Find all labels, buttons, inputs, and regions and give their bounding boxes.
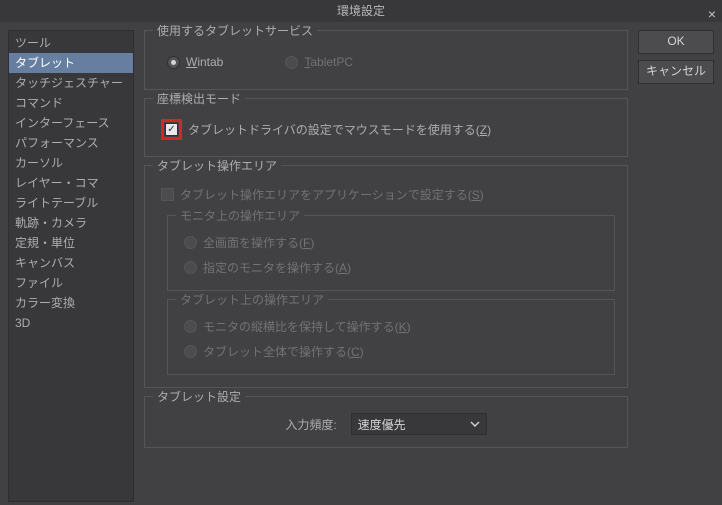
radio-specified-monitor: 指定のモニタを操作する(A) [180,255,602,280]
input-frequency-select[interactable]: 速度優先 [351,413,487,435]
sidebar-item[interactable]: 3D [9,313,133,333]
radio-label: TabletPC [304,55,353,69]
tablet-service-group: 使用するタブレットサービス Wintab TabletPC [144,30,628,90]
radio-label: 指定のモニタを操作する(A) [203,259,351,276]
group-legend: タブレット操作エリア [153,157,281,174]
radio-label: Wintab [186,55,223,69]
tablet-settings-group: タブレット設定 入力頻度: 速度優先 [144,396,628,448]
group-legend: タブレット設定 [153,388,245,405]
highlight-box: ✓ [161,119,182,140]
radio-tabletpc[interactable]: TabletPC [281,51,357,73]
ok-button[interactable]: OK [638,30,714,54]
group-legend: タブレット上の操作エリア [176,291,328,308]
checkbox-icon: ✓ [165,123,178,136]
sidebar-item[interactable]: タッチジェスチャー [9,73,133,93]
tablet-area-subgroup: タブレット上の操作エリア モニタの縦横比を保持して操作する(K) タブレット全体… [167,299,615,375]
radio-icon [184,320,197,333]
radio-icon [285,56,298,69]
radio-full-screen: 全画面を操作する(F) [180,230,602,255]
radio-wintab[interactable]: Wintab [163,51,227,73]
radio-icon [184,236,197,249]
radio-keep-aspect: モニタの縦横比を保持して操作する(K) [180,314,602,339]
checkbox-icon [161,188,174,201]
input-frequency-label: 入力頻度: [285,416,336,433]
mouse-mode-checkbox[interactable]: ✓ タブレットドライバの設定でマウスモードを使用する(Z) [157,115,615,144]
sidebar-item[interactable]: ファイル [9,273,133,293]
checkbox-label: タブレット操作エリアをアプリケーションで設定する(S) [180,186,484,203]
sidebar-item[interactable]: 軌跡・カメラ [9,213,133,233]
coord-mode-group: 座標検出モード ✓ タブレットドライバの設定でマウスモードを使用する(Z) [144,98,628,157]
sidebar-item[interactable]: ライトテーブル [9,193,133,213]
app-area-checkbox: タブレット操作エリアをアプリケーションで設定する(S) [157,182,615,207]
tablet-area-group: タブレット操作エリア タブレット操作エリアをアプリケーションで設定する(S) モ… [144,165,628,388]
select-value: 速度優先 [358,416,406,433]
radio-label: タブレット全体で操作する(C) [203,343,364,360]
close-icon[interactable]: × [708,3,716,25]
window-title: 環境設定 [337,4,385,18]
titlebar: 環境設定 × [0,0,722,22]
radio-label: モニタの縦横比を保持して操作する(K) [203,318,411,335]
category-sidebar: ツールタブレットタッチジェスチャーコマンドインターフェースパフォーマンスカーソル… [8,30,134,502]
dialog-buttons: OK キャンセル [638,30,714,502]
group-legend: 座標検出モード [153,90,245,107]
sidebar-item[interactable]: 定規・単位 [9,233,133,253]
sidebar-item[interactable]: コマンド [9,93,133,113]
sidebar-item[interactable]: キャンバス [9,253,133,273]
chevron-down-icon [470,419,480,429]
sidebar-item[interactable]: パフォーマンス [9,133,133,153]
sidebar-item[interactable]: カーソル [9,153,133,173]
sidebar-item[interactable]: カラー変換 [9,293,133,313]
radio-icon [167,56,180,69]
checkbox-label: タブレットドライバの設定でマウスモードを使用する(Z) [188,121,491,138]
radio-label: 全画面を操作する(F) [203,234,314,251]
group-legend: モニタ上の操作エリア [176,207,304,224]
sidebar-item[interactable]: レイヤー・コマ [9,173,133,193]
radio-whole-tablet: タブレット全体で操作する(C) [180,339,602,364]
cancel-button[interactable]: キャンセル [638,60,714,84]
radio-icon [184,345,197,358]
sidebar-item[interactable]: タブレット [9,53,133,73]
main-panel: 使用するタブレットサービス Wintab TabletPC 座標検出モード ✓ … [144,30,628,502]
sidebar-item[interactable]: ツール [9,33,133,53]
group-legend: 使用するタブレットサービス [153,22,317,39]
sidebar-item[interactable]: インターフェース [9,113,133,133]
radio-icon [184,261,197,274]
monitor-area-subgroup: モニタ上の操作エリア 全画面を操作する(F) 指定のモニタを操作する(A) [167,215,615,291]
